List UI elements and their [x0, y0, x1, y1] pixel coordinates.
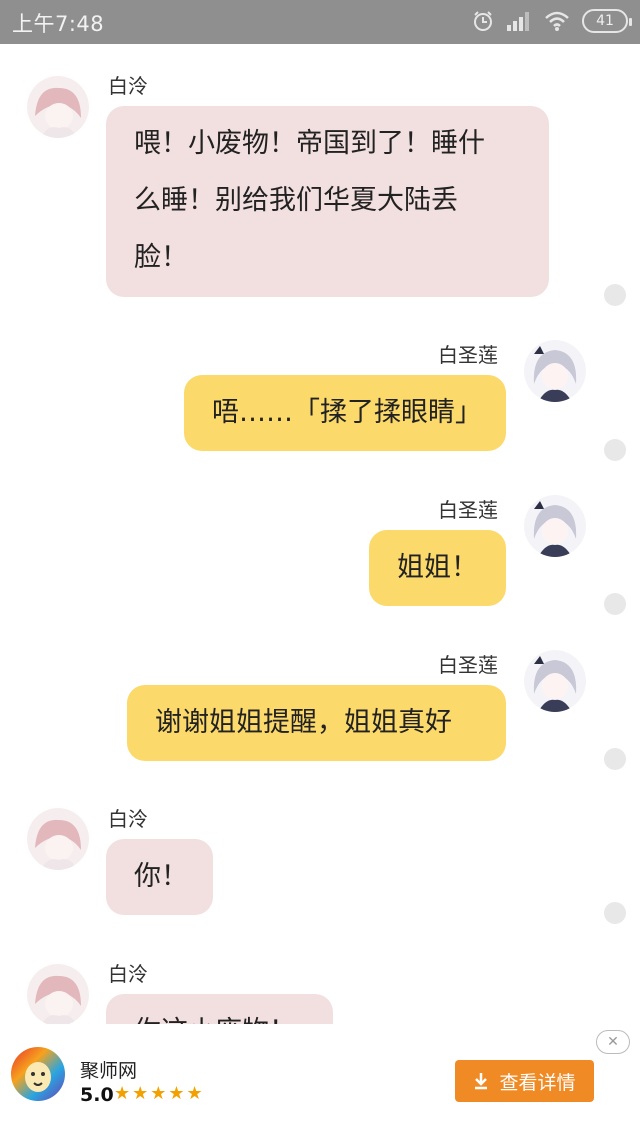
- message-bubble[interactable]: 你！: [106, 839, 213, 915]
- message-bubble[interactable]: 你这小废物！: [106, 994, 333, 1024]
- signal-icon: [507, 12, 529, 31]
- status-dot: [604, 439, 626, 461]
- ad-banner[interactable]: 聚师网 5.0 ★★★★★ 查看详情 ✕ 广告: [0, 1024, 640, 1138]
- download-icon: [475, 1073, 488, 1090]
- avatar-bailing[interactable]: [27, 808, 89, 870]
- message-line: 么睡！别给我们华夏大陆丢: [134, 185, 458, 216]
- sender-name: 白圣莲: [438, 498, 498, 522]
- sender-name: 白泠: [108, 807, 148, 831]
- ad-close-button[interactable]: ✕: [596, 1030, 630, 1054]
- ad-rating: 5.0: [80, 1084, 114, 1106]
- message-line: 唔……「揉了揉眼睛」: [212, 397, 482, 428]
- status-dot: [604, 593, 626, 615]
- avatar-baishenglian[interactable]: [524, 650, 586, 712]
- status-dot: [604, 748, 626, 770]
- rating-stars: ★★★★★: [114, 1083, 205, 1104]
- ad-title: 聚师网: [80, 1060, 138, 1082]
- avatar-bailing[interactable]: [27, 76, 89, 138]
- message-bubble[interactable]: 喂！小废物！帝国到了！睡什 么睡！别给我们华夏大陆丢 脸！: [106, 106, 549, 297]
- sender-name: 白圣莲: [438, 653, 498, 677]
- status-time: 上午7:48: [12, 12, 105, 36]
- avatar-baishenglian[interactable]: [524, 495, 586, 557]
- lion-logo-icon: [10, 1046, 66, 1102]
- wifi-icon: [545, 11, 569, 31]
- message-bubble[interactable]: 唔……「揉了揉眼睛」: [184, 375, 506, 451]
- view-details-label: 查看详情: [499, 1071, 576, 1094]
- message-line: 你这小废物！: [134, 1003, 305, 1024]
- message-line: 姐姐！: [397, 552, 478, 583]
- battery-icon: 41: [582, 9, 632, 33]
- avatar-baishenglian[interactable]: [524, 340, 586, 402]
- message-line: 你！: [134, 861, 188, 892]
- avatar-bailing[interactable]: [27, 964, 89, 1024]
- status-dot: [604, 902, 626, 924]
- sender-name: 白泠: [108, 74, 148, 98]
- message-line: 谢谢姐姐提醒，姐姐真好: [155, 707, 452, 738]
- status-icons: 41: [472, 9, 632, 33]
- chat-area[interactable]: 白泠 喂！小废物！帝国到了！睡什 么睡！别给我们华夏大陆丢 脸！ 白圣莲 唔………: [0, 44, 640, 1024]
- sender-name: 白泠: [108, 962, 148, 986]
- message-line: 喂！小废物！帝国到了！睡什: [134, 128, 485, 159]
- sender-name: 白圣莲: [438, 343, 498, 367]
- message-bubble[interactable]: 姐姐！: [369, 530, 506, 606]
- view-details-button[interactable]: 查看详情: [455, 1060, 594, 1102]
- status-dot: [604, 284, 626, 306]
- alarm-icon: [474, 11, 492, 31]
- message-line: 脸！: [134, 242, 188, 273]
- message-bubble[interactable]: 谢谢姐姐提醒，姐姐真好: [127, 685, 506, 761]
- status-bar: 上午7:48 41: [0, 0, 640, 44]
